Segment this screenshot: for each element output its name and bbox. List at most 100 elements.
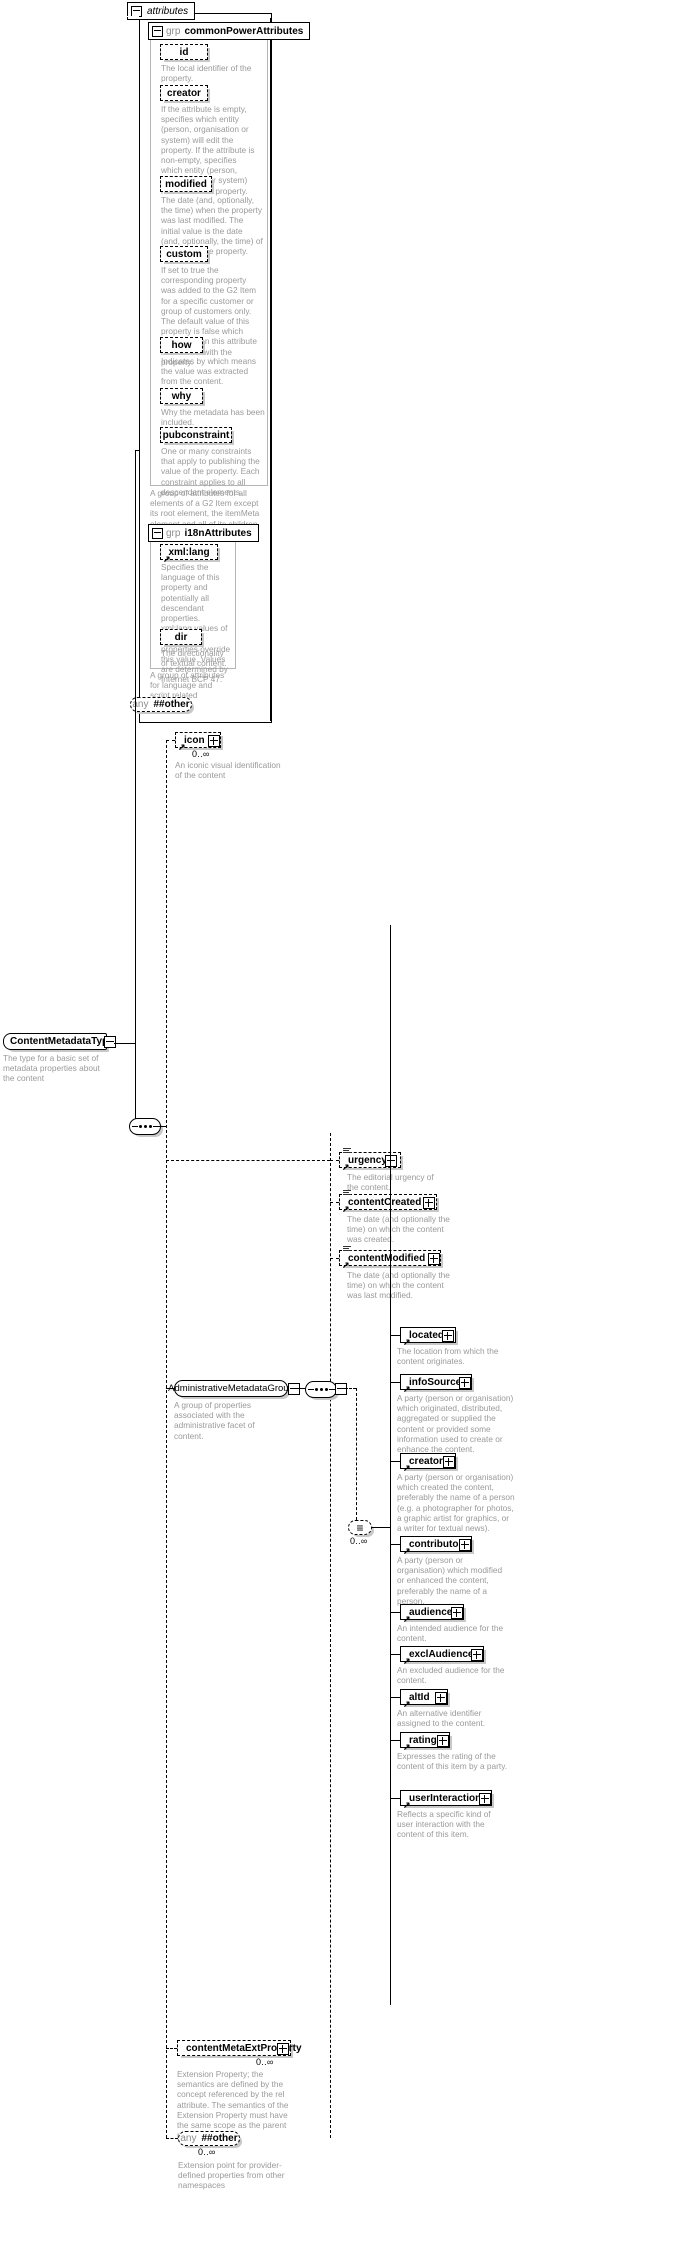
group-tab-i18nAttributes[interactable]: grp i18nAttributes bbox=[148, 524, 259, 542]
expand-icon-icon[interactable] bbox=[208, 735, 220, 747]
element-label-urgency: urgency bbox=[348, 1154, 387, 1166]
expand-icon-urgency[interactable] bbox=[385, 1155, 397, 1167]
attributes-tab[interactable]: attributes bbox=[127, 2, 196, 20]
attribute-xml-lang[interactable]: ↗ xml:lang bbox=[160, 544, 218, 564]
element-ref-arrow-icon-userInteraction: ↗ bbox=[403, 1800, 411, 1810]
collapse-icon-commonPowerAttributes[interactable] bbox=[152, 25, 163, 37]
sequence-lines-icon-contentModified bbox=[343, 1246, 351, 1253]
attribute-creator[interactable]: creator bbox=[160, 85, 208, 101]
element-label-creator: creator bbox=[409, 1455, 443, 1467]
choice-connector-admin[interactable]: ≡ bbox=[348, 1520, 372, 1535]
expand-icon-contentModified[interactable] bbox=[428, 1253, 440, 1265]
element-label-rating: rating bbox=[409, 1734, 437, 1746]
element-doc-urgency: The editorial urgency of the content. bbox=[347, 1172, 434, 1193]
attribute-id[interactable]: id bbox=[160, 44, 208, 60]
attribute-dir[interactable]: dir bbox=[160, 629, 202, 645]
group-label-commonPowerAttributes: commonPowerAttributes bbox=[184, 25, 304, 37]
expand-icon-contentMetaExtProperty[interactable] bbox=[277, 2043, 289, 2055]
expand-icon-contributor[interactable] bbox=[459, 1539, 471, 1551]
collapse-icon-sequence-admin[interactable] bbox=[335, 1383, 347, 1395]
branch-bus-admin bbox=[330, 1133, 331, 2138]
attribute-doc-how: Indicates by which means the value was e… bbox=[161, 356, 257, 387]
element-doc-contentMetaExtProperty: Extension Property; the semantics are de… bbox=[177, 2069, 289, 2140]
element-label-icon: icon bbox=[184, 734, 205, 746]
group-node-administrativeMetadataGroup[interactable]: AdministrativeMetadataGroup bbox=[168, 1380, 294, 1397]
element-label-audience: audience bbox=[409, 1606, 453, 1618]
expand-icon-altId[interactable] bbox=[435, 1692, 447, 1704]
conn-branch-located bbox=[390, 1335, 400, 1336]
element-ref-arrow-icon-exclAudience: ↗ bbox=[403, 1656, 411, 1666]
sequence-connector-main[interactable] bbox=[129, 1118, 161, 1135]
attributes-tab-label: attributes bbox=[147, 5, 189, 17]
group-label-i18nAttributes: i18nAttributes bbox=[184, 527, 252, 539]
expand-icon-exclAudience[interactable] bbox=[471, 1649, 483, 1661]
attribute-pubconstraint[interactable]: pubconstraint bbox=[160, 427, 232, 443]
sequence-dots-icon-admin bbox=[307, 1388, 335, 1391]
cardinality-icon: 0..∞ bbox=[192, 749, 210, 759]
attribute-why[interactable]: why bbox=[160, 388, 203, 404]
sequence-connector-admin[interactable] bbox=[305, 1381, 337, 1398]
element-label-contentCreated: contentCreated bbox=[348, 1196, 422, 1208]
expand-icon-audience[interactable] bbox=[451, 1607, 463, 1619]
element-ref-arrow-icon-icon: ↗ bbox=[178, 742, 186, 752]
attributes-frame-right bbox=[270, 18, 271, 721]
cardinality-contentMetaExtProperty: 0..∞ bbox=[256, 2057, 274, 2067]
collapse-icon-attributes[interactable] bbox=[131, 5, 142, 17]
conn-branch-contentMetaExtProperty bbox=[166, 2048, 177, 2049]
expand-icon-infoSource[interactable] bbox=[459, 1377, 471, 1389]
conn-root-spine-down bbox=[135, 1043, 136, 1126]
attribute-modified[interactable]: modified bbox=[160, 176, 212, 192]
group-node-doc-administrativeMetadataGroup: A group of properties associated with th… bbox=[174, 1400, 255, 1441]
attribute-how[interactable]: how bbox=[160, 337, 203, 353]
branch-bus-main bbox=[166, 740, 167, 2138]
conn-root-out bbox=[114, 1043, 135, 1044]
element-label-altId: altId bbox=[409, 1691, 430, 1703]
attribute-doc-id: The local identifier of the property. bbox=[161, 63, 252, 84]
element-doc-altId: An alternative identifier assigned to th… bbox=[397, 1708, 486, 1729]
element-doc-contributor: A party (person or organisation) which m… bbox=[397, 1555, 503, 1606]
collapse-icon-i18nAttributes[interactable] bbox=[152, 527, 163, 539]
element-doc-exclAudience: An excluded audience for the content. bbox=[397, 1665, 505, 1686]
conn-adminGroup-to-seq bbox=[298, 1388, 305, 1389]
attribute-label-custom: custom bbox=[166, 248, 202, 260]
group-tab-commonPowerAttributes[interactable]: grp commonPowerAttributes bbox=[148, 22, 311, 40]
attribute-custom[interactable]: custom bbox=[160, 246, 208, 262]
collapse-icon-administrativeMetadataGroup[interactable] bbox=[288, 1383, 300, 1395]
any-namespace-label: ##other bbox=[153, 699, 190, 710]
element-doc-contentModified: The date (and optionally the time) on wh… bbox=[347, 1270, 450, 1301]
cardinality-bottom-any: 0..∞ bbox=[198, 2147, 216, 2157]
expand-icon-contentCreated[interactable] bbox=[423, 1197, 435, 1209]
conn-root-spine bbox=[135, 450, 136, 1044]
choice-icon: ≡ bbox=[356, 1520, 364, 1535]
collapse-icon-root-type[interactable] bbox=[104, 1036, 116, 1048]
expand-icon-located[interactable] bbox=[442, 1330, 454, 1342]
attribute-label-xml-lang: xml:lang bbox=[168, 546, 210, 558]
attribute-label-id: id bbox=[179, 46, 189, 58]
element-doc-audience: An intended audience for the content. bbox=[397, 1623, 504, 1644]
conn-main-to-adminbus bbox=[166, 1160, 330, 1161]
attribute-any-other[interactable]: any ##other bbox=[130, 697, 192, 712]
root-type-node[interactable]: ContentMetadataType bbox=[3, 1033, 114, 1050]
attribute-label-pubconstraint: pubconstraint bbox=[162, 429, 230, 441]
attribute-label-how: how bbox=[171, 339, 192, 351]
element-ref-arrow-icon-audience: ↗ bbox=[403, 1614, 411, 1624]
expand-icon-rating[interactable] bbox=[437, 1735, 449, 1747]
conn-adminseq-down bbox=[356, 1388, 357, 1520]
conn-branch-contentModified bbox=[330, 1258, 339, 1259]
sequence-lines-icon-contentCreated bbox=[343, 1190, 351, 1197]
element-doc-infoSource: A party (person or organisation) which o… bbox=[397, 1393, 514, 1455]
grp-keyword-label: grp bbox=[166, 25, 181, 37]
element-ref-arrow-icon-altId: ↗ bbox=[403, 1699, 411, 1709]
any-keyword-label-bottom: any bbox=[180, 2133, 197, 2144]
expand-icon-userInteraction[interactable] bbox=[479, 1793, 491, 1805]
conn-adminseq-out bbox=[345, 1388, 356, 1389]
conn-branch-rating bbox=[390, 1740, 400, 1741]
expand-icon-creator[interactable] bbox=[443, 1456, 455, 1468]
element-any-other-bottom[interactable]: any ##other bbox=[178, 2131, 240, 2146]
element-contentMetaExtProperty[interactable]: contentMetaExtProperty bbox=[177, 2040, 302, 2056]
attribute-doc-dir: The directionality of textual content. bbox=[161, 648, 227, 669]
element-label-infoSource: infoSource bbox=[409, 1376, 462, 1388]
conn-branch-contributor bbox=[390, 1544, 400, 1545]
conn-choice-out bbox=[372, 1527, 390, 1528]
conn-branch-exclAudience bbox=[390, 1654, 400, 1655]
